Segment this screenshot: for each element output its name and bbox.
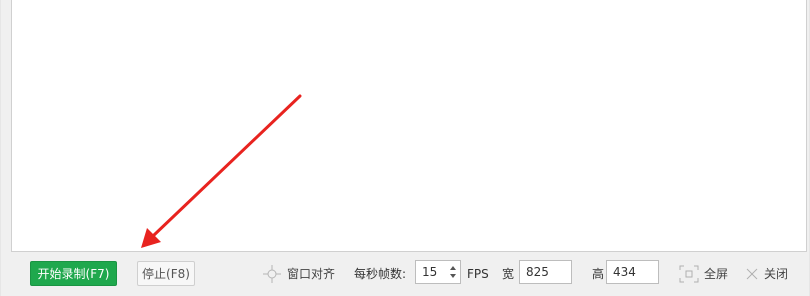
toolbar: 开始录制(F7) 停止(F8) 窗口对齐 每秒帧数: 15 FPS 宽 825 … bbox=[1, 252, 810, 296]
fullscreen-icon bbox=[679, 265, 699, 282]
window-snap-label: 窗口对齐 bbox=[287, 267, 336, 281]
height-input[interactable]: 434 bbox=[606, 260, 659, 284]
fps-unit: FPS bbox=[467, 266, 489, 281]
fps-stepper[interactable]: 15 bbox=[415, 260, 461, 284]
height-label: 高 bbox=[592, 267, 605, 281]
width-label: 宽 bbox=[502, 267, 515, 281]
stop-button[interactable]: 停止(F8) bbox=[137, 261, 195, 286]
window-snap-button[interactable]: 窗口对齐 bbox=[263, 261, 335, 286]
crosshair-icon bbox=[263, 264, 281, 283]
width-input[interactable]: 825 bbox=[519, 260, 572, 284]
fullscreen-label: 全屏 bbox=[704, 267, 729, 281]
close-button[interactable]: 关闭 bbox=[745, 261, 788, 286]
fps-label: 每秒帧数: bbox=[354, 267, 407, 281]
start-recording-button[interactable]: 开始录制(F7) bbox=[30, 261, 117, 286]
spinner-icon[interactable] bbox=[449, 264, 457, 280]
recorder-window: 开始录制(F7) 停止(F8) 窗口对齐 每秒帧数: 15 FPS 宽 825 … bbox=[0, 0, 810, 296]
capture-area[interactable] bbox=[11, 0, 807, 252]
fps-value: 15 bbox=[422, 265, 438, 279]
close-label: 关闭 bbox=[764, 267, 789, 281]
fullscreen-button[interactable]: 全屏 bbox=[679, 261, 728, 286]
close-icon bbox=[746, 268, 758, 279]
